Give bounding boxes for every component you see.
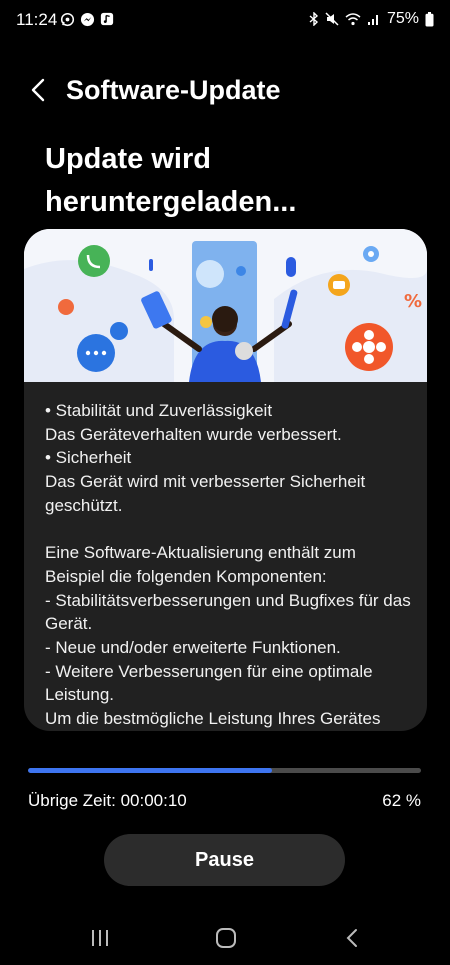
back-icon (346, 929, 357, 947)
app-header: Software-Update (0, 70, 450, 110)
chevron-left-icon (31, 78, 45, 102)
release-note-line: Das Geräteverhalten wurde verbessert. (45, 424, 342, 444)
release-note-line: - Neue und/oder erweiterte Funktionen. (45, 638, 341, 658)
nav-back-button[interactable] (332, 924, 372, 952)
clock: 11:24 (16, 10, 58, 29)
release-notes: • Stabilität und Zuverlässigkeit Das Ger… (45, 399, 413, 731)
remaining-time: Übrige Zeit: 00:00:10 (28, 791, 187, 810)
home-button[interactable] (206, 924, 246, 952)
release-note-line: • Sicherheit (45, 448, 132, 468)
release-note-line: - Stabilitätsverbesserungen und Bugfixes… (45, 590, 411, 634)
download-progress-bar (28, 768, 421, 773)
download-status-heading: Update wird heruntergeladen... (45, 143, 297, 218)
release-note-line (45, 518, 413, 542)
bluetooth-icon (309, 12, 319, 26)
release-note-line: • Stabilität und Zuverlässigkeit (45, 401, 273, 420)
svg-text:%: % (404, 291, 422, 312)
back-button[interactable] (22, 74, 54, 106)
home-icon (216, 928, 236, 948)
mute-icon (325, 12, 339, 26)
progress-percent: 62 % (382, 791, 421, 810)
music-icon (99, 11, 115, 27)
navigation-bar (0, 920, 450, 955)
recents-button[interactable] (80, 924, 120, 952)
pause-button[interactable]: Pause (104, 834, 345, 886)
release-note-line: - Weitere Verbesserungen für eine optima… (45, 661, 373, 705)
recents-icon (92, 930, 108, 946)
messenger-icon (79, 11, 95, 27)
release-note-line: Um die bestmögliche Leistung Ihres Gerät… (45, 709, 381, 729)
update-info-card[interactable]: % • Stabilität und Zuverlässigkeit Das G… (24, 229, 427, 731)
page-title: Software-Update (66, 75, 281, 105)
progress-fill (28, 768, 272, 773)
release-note-line: Das Gerät wird mit verbesserter Sicherhe… (45, 472, 366, 515)
battery-percent: 75% (386, 10, 419, 27)
update-illustration: % (24, 229, 427, 382)
battery-icon (425, 11, 434, 27)
whatsapp-icon (59, 11, 75, 27)
signal-icon (367, 12, 381, 26)
status-bar: 11:24 75% (0, 0, 450, 40)
wifi-icon (345, 12, 361, 26)
release-note-line: Eine Software-Aktualisierung enthält zum… (45, 543, 356, 586)
